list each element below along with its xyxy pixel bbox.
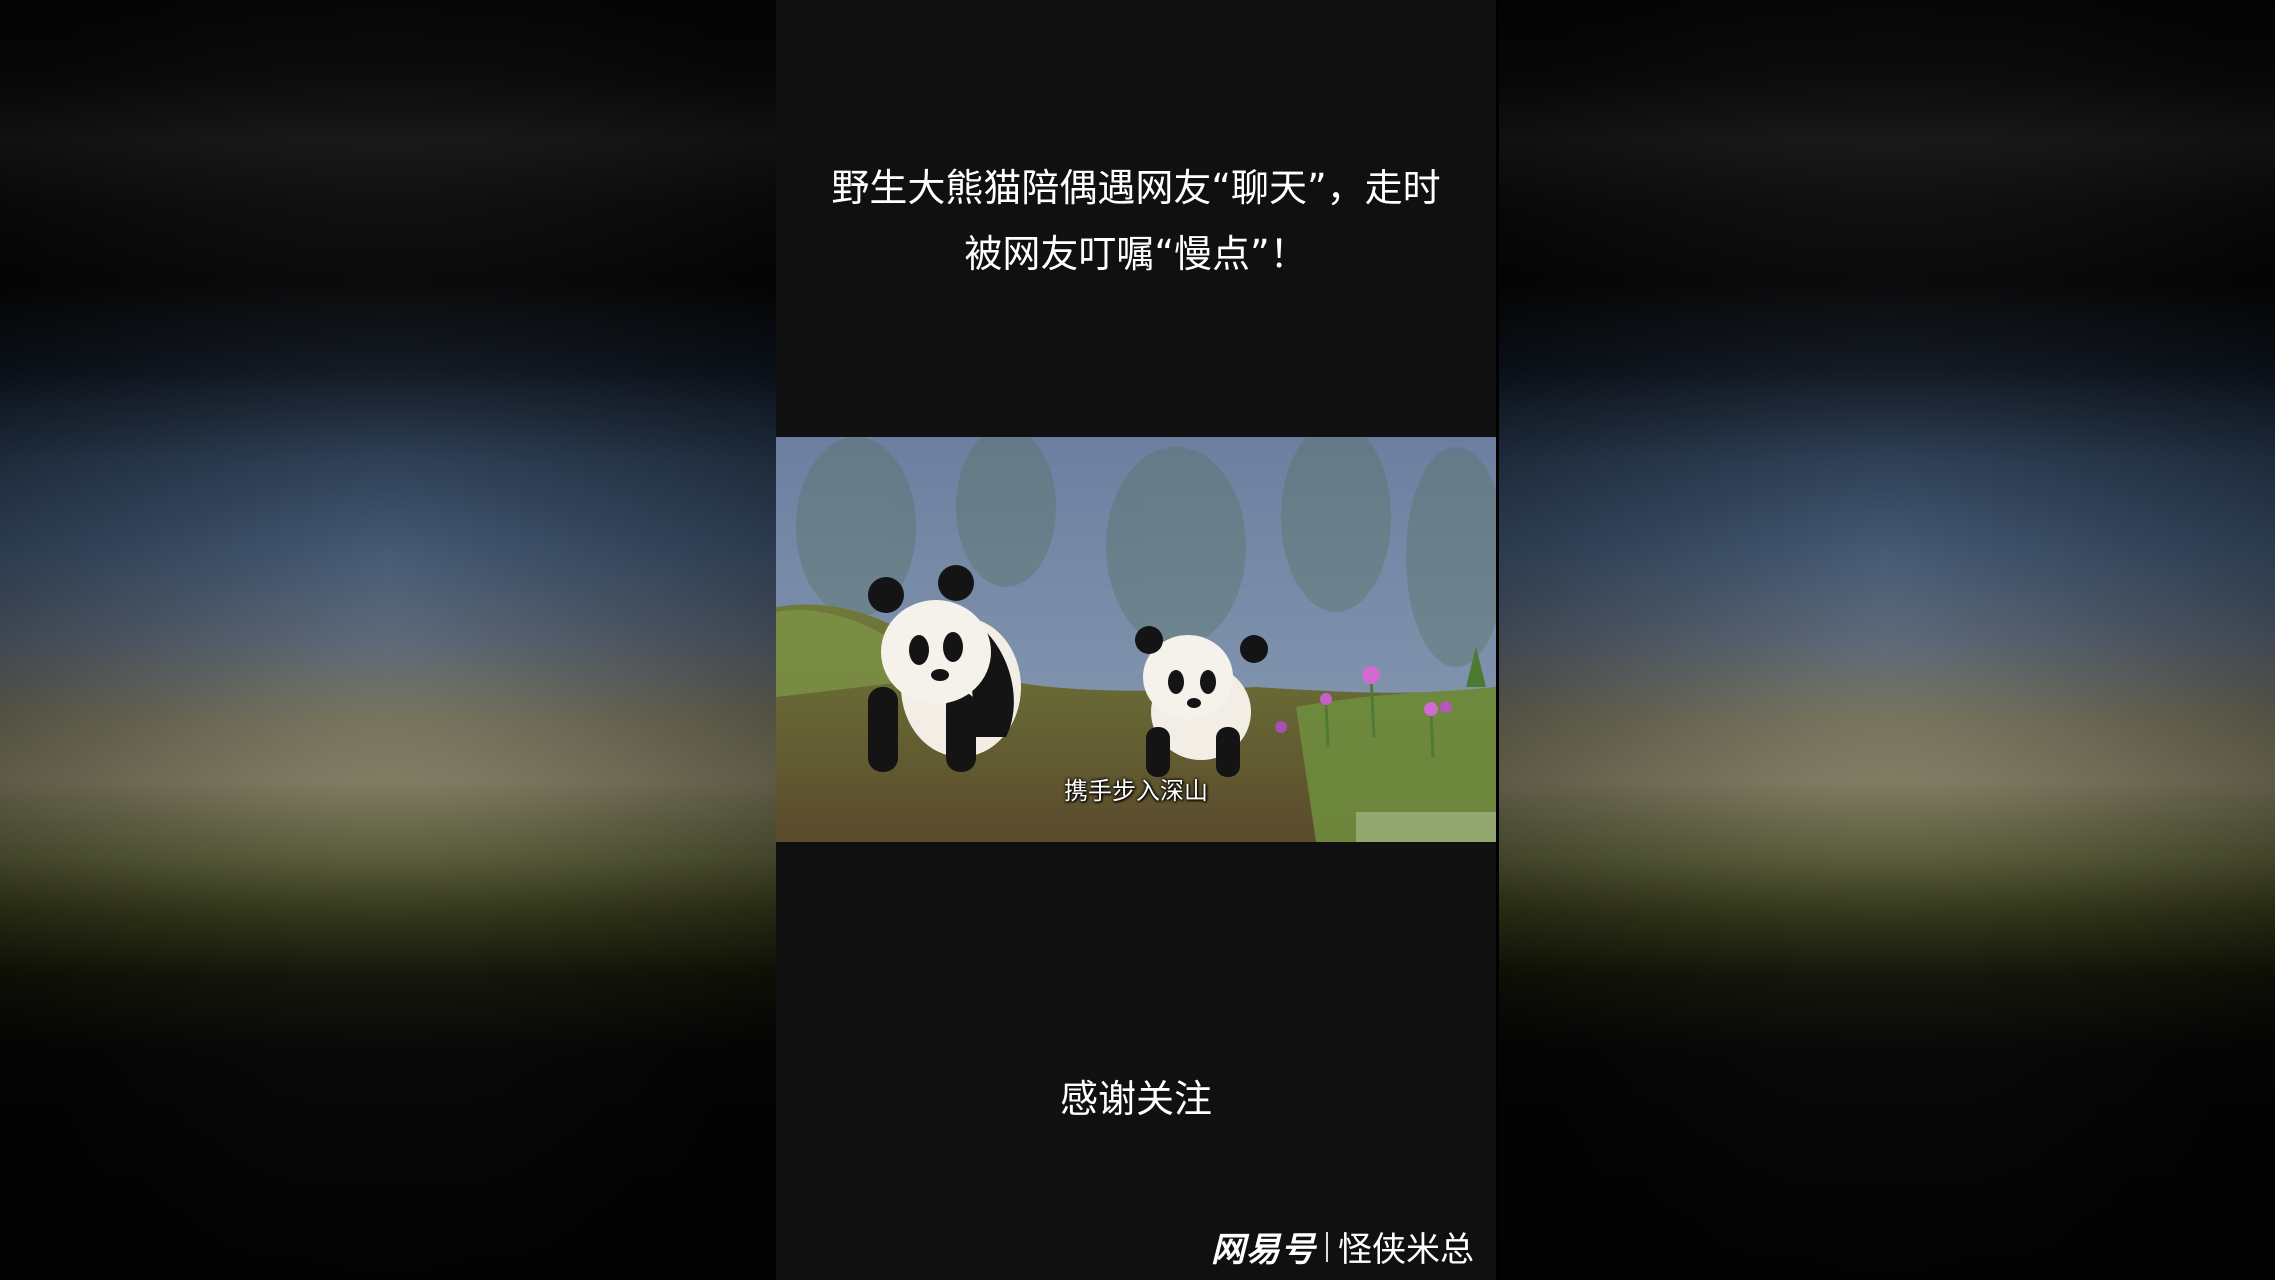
thanks-caption: 感谢关注: [1059, 1077, 1212, 1121]
video-title-line-1: 野生大熊猫陪偶遇网友“聊天”，走时: [831, 166, 1441, 210]
watermark-author: 怪侠米总: [1338, 1230, 1474, 1270]
video-title-line-2: 被网友叮嘱“慢点”！: [964, 232, 1308, 276]
video-column: 野生大熊猫陪偶遇网友“聊天”，走时 被网友叮嘱“慢点”！ 携手步入深山 感谢关注…: [776, 0, 1496, 1280]
blurred-background-right: [1499, 0, 2275, 1280]
watermark-divider: [1326, 1231, 1328, 1262]
video-subtitle: 携手步入深山: [1064, 777, 1208, 805]
watermark: 网易号 怪侠米总: [1211, 1222, 1474, 1271]
blurred-background-left: [0, 0, 776, 1280]
video-frame[interactable]: 携手步入深山: [776, 437, 1496, 842]
watermark-brand: 网易号: [1211, 1230, 1316, 1270]
video-title: 野生大熊猫陪偶遇网友“聊天”，走时 被网友叮嘱“慢点”！: [786, 155, 1486, 287]
